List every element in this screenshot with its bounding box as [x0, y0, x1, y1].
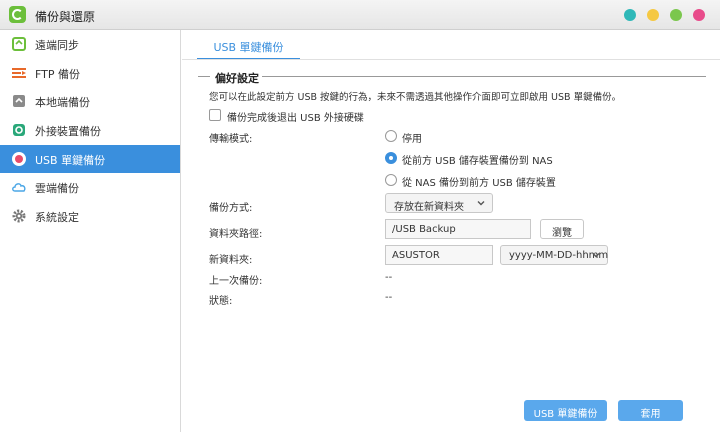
- title-bar: 備份與還原: [0, 0, 720, 30]
- transfer-mode-label: 傳輸模式:: [209, 134, 253, 145]
- external-device-icon: [13, 124, 25, 136]
- sidebar-item-cloud-backup[interactable]: 雲端備份: [0, 173, 180, 201]
- sidebar-item-label: 系統設定: [35, 211, 79, 224]
- last-backup-label: 上一次備份:: [209, 276, 263, 287]
- tab-usb-backup[interactable]: USB 單鍵備份: [197, 30, 300, 60]
- transfer-mode-option-label: 從 NAS 備份到前方 USB 儲存裝置: [402, 178, 556, 189]
- folder-path-input[interactable]: /USB Backup: [385, 219, 531, 239]
- gear-icon: [12, 209, 26, 223]
- transfer-mode-radio-usb-to-nas[interactable]: [385, 152, 397, 164]
- new-folder-name-value: ASUSTOR: [392, 250, 440, 261]
- sidebar-item-label: 本地端備份: [35, 96, 90, 109]
- section-description: 您可以在此設定前方 USB 按鍵的行為，未來不需透過其他操作介面即可立即啟用 U…: [209, 92, 622, 103]
- status-value: --: [385, 292, 393, 303]
- folder-path-value: /USB Backup: [392, 224, 456, 235]
- transfer-mode-option-label: 停用: [402, 134, 422, 145]
- ftp-icon: [12, 68, 26, 78]
- sidebar-item-local-backup[interactable]: 本地端備份: [0, 87, 180, 115]
- sidebar-item-system-settings[interactable]: 系統設定: [0, 202, 180, 230]
- transfer-mode-radio-disabled[interactable]: [385, 130, 397, 142]
- transfer-mode-radio-nas-to-usb[interactable]: [385, 174, 397, 186]
- browse-button[interactable]: 瀏覽: [540, 219, 584, 239]
- section-divider: [198, 76, 210, 77]
- tab-label: USB 單鍵備份: [213, 41, 284, 54]
- window-btn-pink[interactable]: [693, 9, 705, 21]
- eject-usb-checkbox-label: 備份完成後退出 USB 外接硬碟: [227, 113, 364, 124]
- tab-divider: [182, 59, 720, 60]
- last-backup-value: --: [385, 272, 393, 283]
- new-folder-label: 新資料夾:: [209, 255, 253, 266]
- section-divider: [262, 76, 706, 77]
- tab-bar: USB 單鍵備份: [182, 30, 720, 60]
- apply-button-label: 套用: [640, 409, 661, 420]
- folder-path-label: 資料夾路徑:: [209, 229, 263, 240]
- sidebar-item-label: USB 單鍵備份: [35, 154, 106, 167]
- status-label: 狀態:: [209, 296, 233, 307]
- sidebar-item-usb-backup[interactable]: USB 單鍵備份: [0, 145, 180, 173]
- sidebar-item-remote-sync[interactable]: 遠端同步: [0, 30, 180, 58]
- usb-icon: [12, 152, 26, 166]
- window-btn-yellow[interactable]: [647, 9, 659, 21]
- window-btn-teal[interactable]: [624, 9, 636, 21]
- window-title: 備份與還原: [35, 10, 96, 24]
- browse-button-label: 瀏覽: [552, 228, 572, 239]
- backup-method-value: 存放在新資料夾: [394, 202, 464, 213]
- eject-usb-checkbox[interactable]: [209, 109, 221, 121]
- chevron-down-icon: [592, 253, 600, 258]
- sidebar-item-label: 雲端備份: [35, 182, 79, 195]
- chevron-down-icon: [477, 201, 485, 206]
- new-folder-name-input[interactable]: ASUSTOR: [385, 245, 493, 265]
- backup-method-select[interactable]: 存放在新資料夾: [385, 193, 493, 213]
- sidebar-item-external-device[interactable]: 外接裝置備份: [0, 116, 180, 144]
- backup-method-label: 備份方式:: [209, 203, 253, 214]
- section-title: 偏好設定: [215, 72, 259, 85]
- backup-restore-app-icon: [9, 6, 26, 23]
- transfer-mode-option-label: 從前方 USB 儲存裝置備份到 NAS: [402, 156, 553, 167]
- window-btn-green[interactable]: [670, 9, 682, 21]
- sidebar-item-label: 遠端同步: [35, 39, 79, 52]
- usb-backup-button[interactable]: USB 單鍵備份: [524, 400, 607, 421]
- usb-backup-button-label: USB 單鍵備份: [533, 409, 598, 420]
- local-backup-icon: [13, 95, 25, 107]
- cloud-icon: [12, 183, 26, 192]
- sidebar-item-label: 外接裝置備份: [35, 125, 101, 138]
- apply-button[interactable]: 套用: [618, 400, 683, 421]
- sidebar-item-label: FTP 備份: [35, 68, 80, 81]
- sidebar-item-ftp[interactable]: FTP 備份: [0, 59, 180, 87]
- sync-icon: [12, 37, 26, 51]
- new-folder-format-select[interactable]: yyyy-MM-DD-hhmm: [500, 245, 608, 265]
- sidebar: 遠端同步 FTP 備份 本地端備份 外接裝置備份 USB 單鍵備份 雲端備份 系…: [0, 30, 181, 432]
